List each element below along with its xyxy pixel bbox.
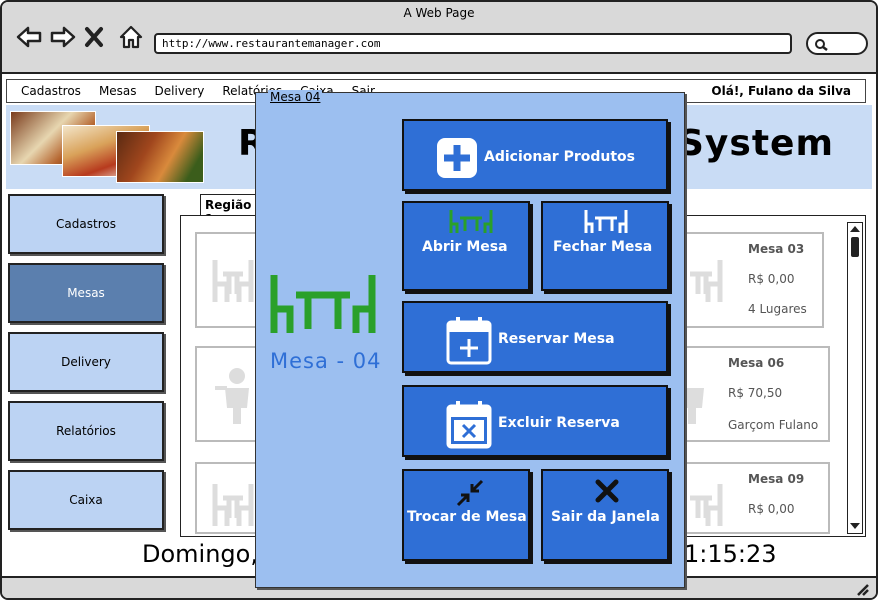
calendar-add-icon	[446, 317, 492, 365]
card-waiter: Garçom Fulano	[728, 418, 819, 432]
close-icon	[595, 479, 619, 503]
modal-title: Mesa 04	[268, 90, 323, 104]
sidebar-item-mesas[interactable]: Mesas	[8, 263, 164, 323]
app-title-right: System	[678, 123, 834, 164]
change-table-button[interactable]: Trocar de Mesa	[402, 469, 530, 561]
card-amount: R$ 0,00	[748, 272, 795, 286]
table-placeholder-icon	[212, 484, 254, 526]
scrollbar-thumb[interactable]	[851, 237, 859, 257]
table-card-mesa-03[interactable]: Mesa 03 R$ 0,00 4 Lugares	[682, 232, 824, 328]
add-products-button[interactable]: Adicionar Produtos	[402, 119, 668, 191]
card-seats: 4 Lugares	[748, 302, 807, 316]
menu-item-delivery[interactable]: Delivery	[155, 84, 205, 98]
table-action-modal: Mesa 04 Mesa - 04 Adicionar Produtos Abr…	[255, 90, 685, 588]
table-card-mesa-06[interactable]: Mesa 06 R$ 70,50 Garçom Fulano	[682, 346, 830, 442]
add-icon	[437, 138, 477, 178]
user-greeting: Olá!, Fulano da Silva	[711, 84, 851, 98]
reserve-table-button[interactable]: Reservar Mesa	[402, 301, 668, 373]
table-card-mesa-09[interactable]: Mesa 09 R$ 0,00	[682, 462, 830, 534]
card-title: Mesa 06	[728, 356, 785, 370]
close-table-button[interactable]: Fechar Mesa	[541, 201, 669, 291]
reserve-table-label: Reservar Mesa	[498, 331, 615, 347]
home-icon[interactable]	[118, 24, 144, 52]
tab-region[interactable]: Região 1	[200, 194, 262, 226]
open-table-label: Abrir Mesa	[422, 239, 508, 255]
search-icon	[815, 39, 828, 51]
table-icon	[270, 275, 376, 333]
card-amount: R$ 70,50	[728, 386, 783, 400]
sidebar-item-delivery[interactable]: Delivery	[8, 332, 164, 392]
window-title: A Web Page	[403, 6, 475, 20]
browser-window: A Web Page http://www.restaurantemanager…	[0, 0, 878, 600]
menu-item-cadastros[interactable]: Cadastros	[21, 84, 81, 98]
forward-arrow-icon[interactable]	[50, 24, 76, 52]
scroll-down-icon[interactable]	[849, 521, 861, 531]
footer-date: Domingo,	[142, 540, 258, 568]
open-table-button[interactable]: Abrir Mesa	[402, 201, 530, 291]
back-arrow-icon[interactable]	[16, 24, 42, 52]
food-photo-3	[116, 131, 204, 183]
resize-grip-icon[interactable]	[854, 582, 870, 596]
card-title: Mesa 03	[748, 242, 805, 256]
card-title: Mesa 09	[748, 472, 805, 486]
vertical-scrollbar[interactable]	[847, 222, 863, 534]
delete-reservation-button[interactable]: Excluir Reserva	[402, 385, 668, 457]
sidebar-item-cadastros[interactable]: Cadastros	[8, 194, 164, 254]
add-products-label: Adicionar Produtos	[484, 149, 635, 165]
scroll-up-icon[interactable]	[849, 224, 861, 234]
close-table-label: Fechar Mesa	[553, 239, 653, 255]
open-table-icon	[449, 210, 493, 233]
stop-icon[interactable]	[84, 24, 110, 52]
close-table-icon	[584, 210, 628, 233]
table-placeholder-icon	[690, 484, 723, 526]
waiter-placeholder-icon	[215, 368, 249, 424]
url-input[interactable]: http://www.restaurantemanager.com	[154, 33, 792, 54]
exit-window-button[interactable]: Sair da Janela	[541, 469, 669, 561]
title-bar: A Web Page http://www.restaurantemanager…	[2, 2, 876, 74]
search-input[interactable]	[806, 32, 868, 55]
nav-controls	[16, 24, 144, 52]
sidebar: Cadastros Mesas Delivery Relatórios Caix…	[8, 194, 166, 539]
table-placeholder-icon	[690, 260, 723, 302]
sidebar-item-relatorios[interactable]: Relatórios	[8, 401, 164, 461]
waiter-placeholder-icon	[684, 388, 704, 424]
sidebar-item-caixa[interactable]: Caixa	[8, 470, 164, 530]
card-amount: R$ 0,00	[748, 502, 795, 516]
footer-time: 1:15:23	[684, 540, 777, 568]
swap-arrows-icon	[456, 479, 484, 507]
exit-window-label: Sair da Janela	[551, 509, 660, 525]
change-table-label: Trocar de Mesa	[407, 509, 527, 525]
calendar-remove-icon	[446, 401, 492, 449]
modal-table-name: Mesa - 04	[270, 349, 382, 373]
menu-item-mesas[interactable]: Mesas	[99, 84, 137, 98]
table-placeholder-icon	[212, 260, 254, 302]
delete-reservation-label: Excluir Reserva	[498, 415, 620, 431]
